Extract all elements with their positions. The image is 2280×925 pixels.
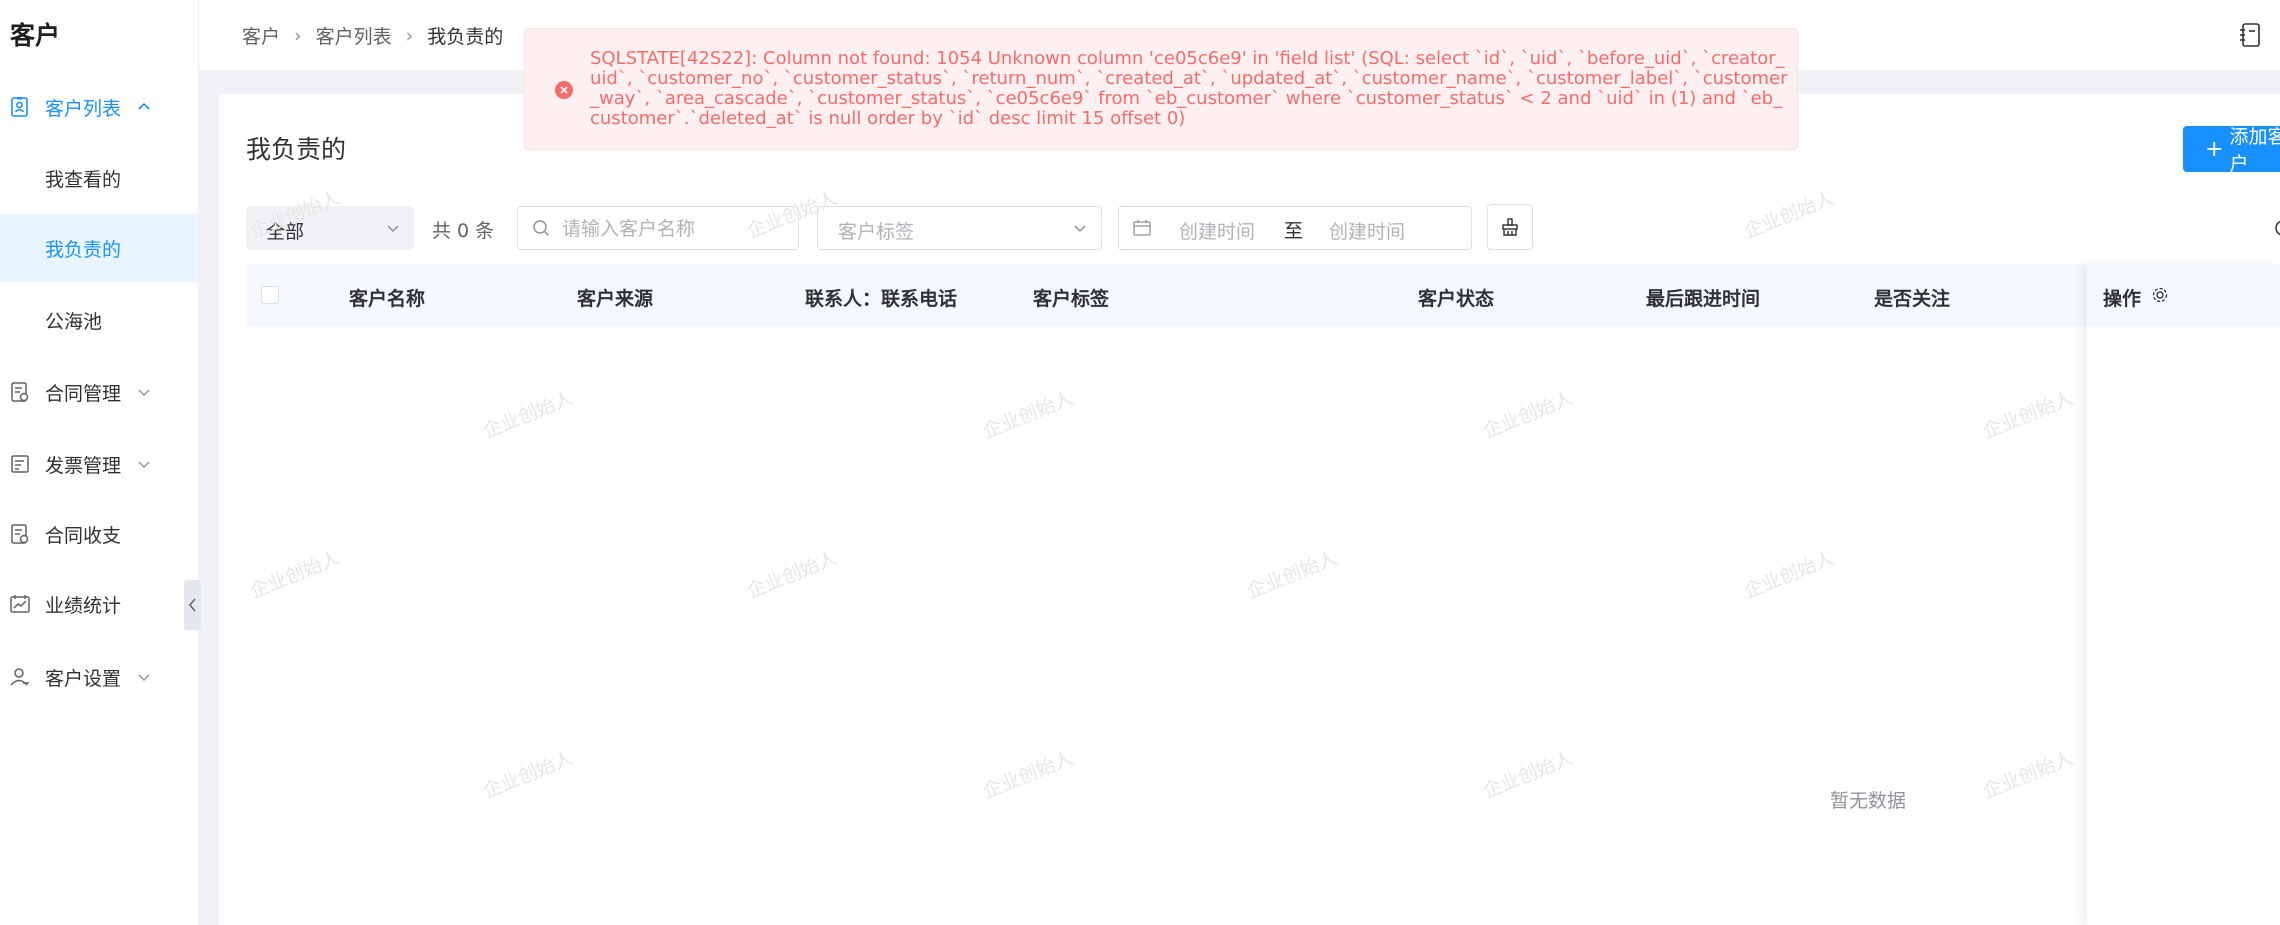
- error-toast: SQLSTATE[42S22]: Column not found: 1054 …: [524, 28, 1798, 150]
- column-header-customer-name: 客户名称: [349, 288, 426, 310]
- sidebar-item-label: 合同收支: [45, 524, 122, 547]
- sidebar-item-label: 公海池: [45, 310, 103, 333]
- sidebar-item-label: 客户设置: [45, 667, 122, 690]
- total-count: 共 0 条: [432, 220, 495, 242]
- calendar-icon: [1133, 220, 1151, 236]
- created-date-range-picker[interactable]: 创建时间 至 创建时间: [1118, 206, 1472, 250]
- chevron-left-icon: [189, 598, 196, 612]
- sidebar-subitem-viewed[interactable]: 我查看的: [0, 144, 198, 212]
- column-header-followed: 是否关注: [1874, 288, 1951, 310]
- sidebar-item-label: 我负责的: [45, 238, 122, 261]
- sidebar-item-customer-settings[interactable]: 客户设置: [0, 649, 198, 705]
- sidebar-item-invoice-management[interactable]: 发票管理: [0, 436, 198, 492]
- column-header-customer-source: 客户来源: [577, 288, 654, 310]
- page-title: 我负责的: [246, 135, 347, 164]
- ledger-icon: [11, 524, 29, 544]
- column-header-last-follow-up: 最后跟进时间: [1646, 288, 1761, 310]
- sidebar-item-label: 我查看的: [45, 168, 122, 191]
- date-start-input[interactable]: 创建时间: [1179, 217, 1255, 244]
- chevron-down-icon: [138, 674, 150, 682]
- breadcrumb-separator-icon: ›: [405, 24, 414, 47]
- gear-icon[interactable]: [2151, 286, 2169, 304]
- chevron-down-icon: [1074, 225, 1086, 233]
- sidebar-collapse-button[interactable]: [184, 580, 201, 630]
- plus-icon: +: [2205, 136, 2224, 162]
- chevron-down-icon: [138, 461, 150, 469]
- contact-card-icon: [11, 97, 28, 117]
- app-title: 客户: [10, 21, 61, 50]
- sidebar-item-contract-income-expense[interactable]: 合同收支: [0, 506, 198, 562]
- notebook-icon[interactable]: [2239, 22, 2263, 48]
- table-header: 客户名称 客户来源 联系人：联系电话 客户标签 客户状态 最后跟进时间 是否关注: [246, 264, 2280, 326]
- breadcrumb: 客户 › 客户列表 › 我负责的: [242, 22, 503, 49]
- column-header-contact: 联系人：联系电话: [805, 288, 958, 310]
- scope-select-value: 全部: [266, 221, 305, 243]
- search-icon: [533, 220, 550, 237]
- stats-calendar-icon: [10, 595, 30, 613]
- empty-state-text: 暂无数据: [1830, 790, 1907, 812]
- error-message: SQLSTATE[42S22]: Column not found: 1054 …: [590, 48, 1788, 129]
- sidebar-item-label: 客户列表: [45, 97, 122, 120]
- broom-icon: [1502, 218, 1518, 236]
- breadcrumb-current: 我负责的: [427, 26, 504, 48]
- breadcrumb-item[interactable]: 客户列表: [316, 22, 392, 49]
- column-header-actions: 操作: [2103, 288, 2142, 310]
- contract-icon: [11, 382, 29, 402]
- search-input[interactable]: [560, 215, 784, 243]
- sidebar-subitem-responsible[interactable]: 我负责的: [0, 214, 198, 282]
- sidebar-item-performance-stats[interactable]: 业绩统计: [0, 576, 198, 632]
- sidebar-item-label: 发票管理: [45, 454, 122, 477]
- sidebar-item-label: 合同管理: [45, 382, 122, 405]
- action-column: 操作: [2087, 264, 2280, 925]
- sidebar-subitem-public-pool[interactable]: 公海池: [0, 286, 198, 354]
- date-range-separator: 至: [1284, 220, 1304, 242]
- settings-icon[interactable]: [2273, 216, 2280, 240]
- chevron-down-icon: [387, 225, 399, 233]
- invoice-icon: [11, 455, 29, 473]
- customer-name-search[interactable]: [517, 206, 799, 250]
- sidebar-item-label: 业绩统计: [45, 594, 122, 617]
- sidebar: 客户 客户列表 我查看的 我负责的 公海池 合同管理 发票管理 合同收支 业绩统…: [0, 0, 201, 925]
- tag-select-placeholder: 客户标签: [838, 221, 915, 243]
- column-header-customer-status: 客户状态: [1418, 288, 1495, 310]
- chevron-down-icon: [138, 389, 150, 397]
- breadcrumb-item[interactable]: 客户: [242, 22, 280, 49]
- add-customer-button[interactable]: + 添加客户: [2183, 126, 2280, 175]
- date-end-input[interactable]: 创建时间: [1329, 217, 1405, 244]
- action-column-header: 操作: [2087, 264, 2280, 326]
- scope-select[interactable]: 全部: [246, 206, 414, 250]
- select-all-checkbox[interactable]: [261, 286, 279, 304]
- sidebar-item-contract-management[interactable]: 合同管理: [0, 364, 198, 420]
- user-settings-icon: [10, 668, 29, 686]
- add-customer-label: 添加客户: [2229, 126, 2280, 175]
- chevron-up-icon: [138, 102, 150, 110]
- customer-tag-select[interactable]: 客户标签: [817, 206, 1102, 250]
- error-circle-icon: [555, 81, 573, 99]
- main-card: 我负责的 + 添加客户 全部 共 0 条 客户标签 创建时间 至 创建时间: [219, 94, 2280, 925]
- column-header-customer-tag: 客户标签: [1033, 288, 1110, 310]
- breadcrumb-separator-icon: ›: [294, 24, 302, 47]
- clear-filters-button[interactable]: [1487, 204, 1533, 250]
- sidebar-item-customer-list[interactable]: 客户列表: [0, 79, 198, 135]
